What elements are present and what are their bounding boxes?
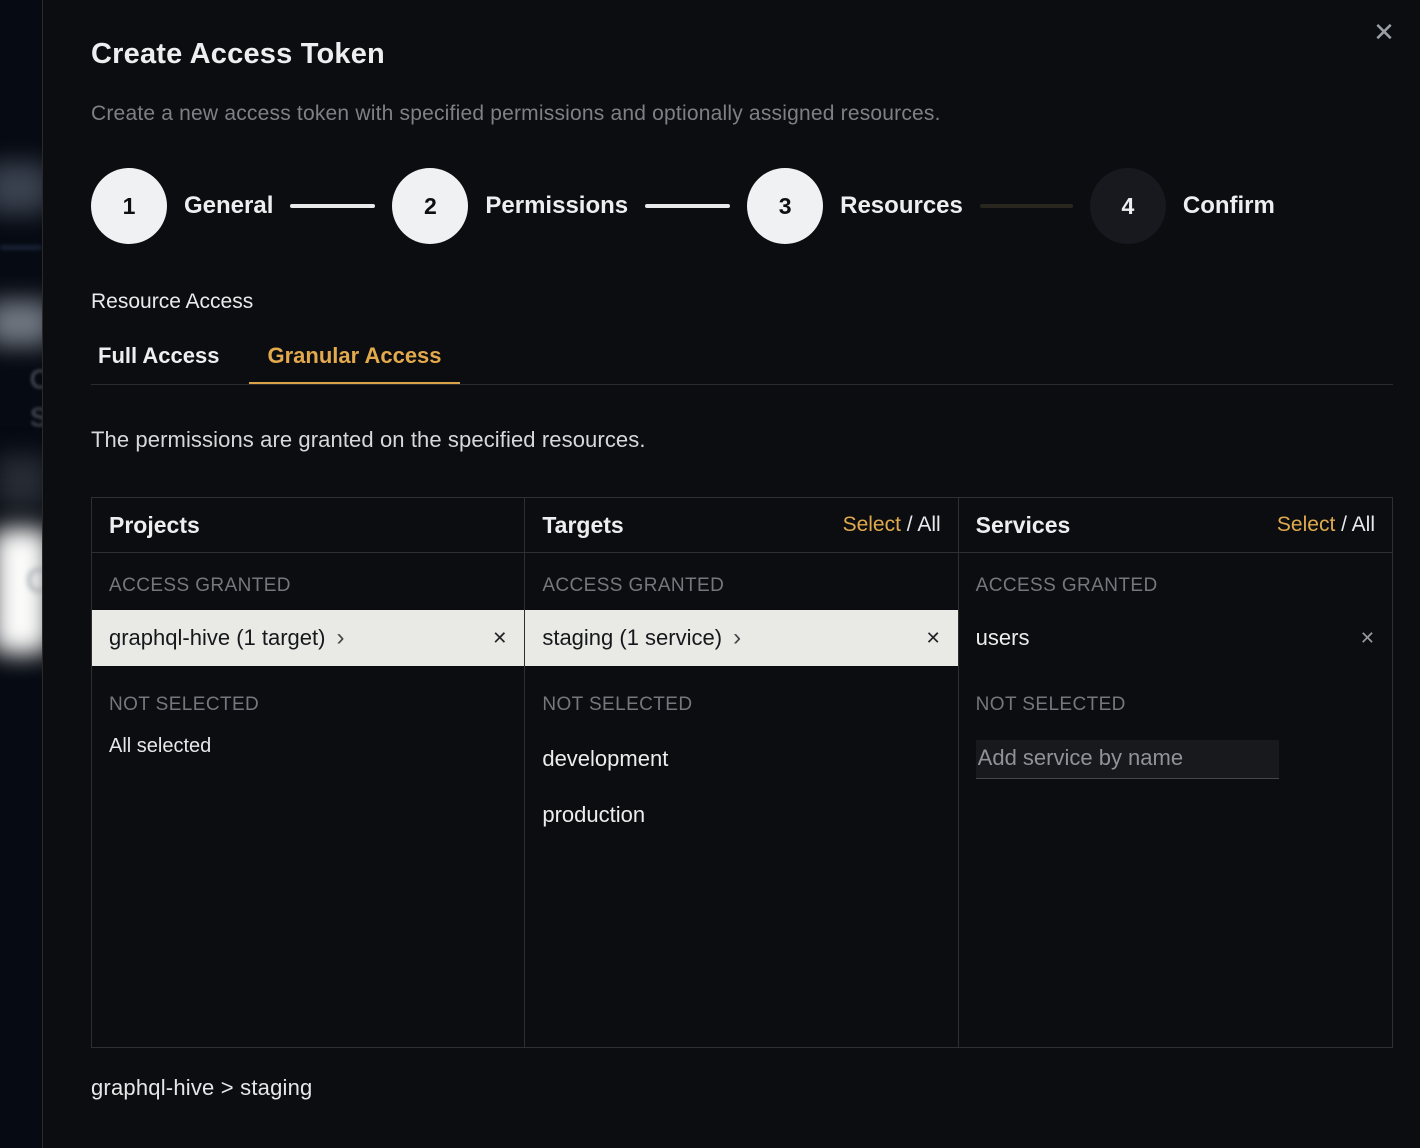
services-select-all: Select / All — [1277, 513, 1375, 537]
granular-access-note: The permissions are granted on the speci… — [91, 427, 1420, 453]
granted-service-row[interactable]: users ✕ — [959, 610, 1392, 666]
services-body: ACCESS GRANTED users ✕ NOT SELECTED — [959, 553, 1392, 1047]
step-confirm[interactable]: 4 Confirm — [1090, 168, 1275, 244]
step-permissions[interactable]: 2 Permissions — [392, 168, 628, 244]
obscured-text-fragment: S — [30, 402, 42, 433]
targets-select-all: Select / All — [843, 513, 941, 537]
resource-selector-table: Projects ACCESS GRANTED graphql-hive (1 … — [91, 497, 1393, 1048]
blur-blob — [0, 162, 42, 214]
projects-column: Projects ACCESS GRANTED graphql-hive (1 … — [92, 498, 525, 1047]
step-label: Permissions — [485, 192, 628, 220]
blur-divider — [0, 246, 42, 249]
all-selected-note: All selected — [109, 735, 507, 758]
wizard-stepper: 1 General 2 Permissions 3 Resources 4 Co… — [91, 168, 1420, 244]
add-service-input[interactable] — [976, 740, 1279, 779]
targets-select-link[interactable]: Select — [843, 513, 901, 536]
step-label: Confirm — [1183, 192, 1275, 220]
create-access-token-dialog: ✕ Create Access Token Create a new acces… — [42, 0, 1420, 1148]
access-granted-label: ACCESS GRANTED — [542, 575, 940, 597]
access-mode-tabs: Full Access Granular Access — [91, 343, 1393, 385]
step-connector — [980, 204, 1073, 208]
tab-full-access[interactable]: Full Access — [98, 343, 219, 384]
selected-target-row[interactable]: staging (1 service) › ✕ — [525, 610, 957, 666]
target-option-development[interactable]: development — [542, 716, 940, 772]
targets-body: ACCESS GRANTED staging (1 service) › ✕ N… — [525, 553, 957, 1047]
select-all-divider: / — [901, 513, 917, 536]
step-connector — [645, 204, 730, 208]
chevron-right-icon: › — [336, 626, 344, 650]
step-resources[interactable]: 3 Resources — [747, 168, 963, 244]
remove-project-icon[interactable]: ✕ — [492, 628, 507, 649]
target-option-production[interactable]: production — [542, 772, 940, 828]
services-title: Services — [976, 512, 1071, 539]
services-header: Services Select / All — [959, 498, 1392, 553]
services-select-link[interactable]: Select — [1277, 513, 1335, 536]
close-icon[interactable]: ✕ — [1366, 14, 1402, 50]
step-general[interactable]: 1 General — [91, 168, 273, 244]
step-number-circle: 4 — [1090, 168, 1166, 244]
access-granted-label: ACCESS GRANTED — [976, 575, 1375, 597]
selected-target-label: staging (1 service) — [542, 625, 722, 651]
obscured-text-fragment: O — [30, 364, 42, 395]
projects-title: Projects — [109, 512, 200, 539]
tab-granular-access[interactable]: Granular Access — [249, 343, 459, 384]
selection-breadcrumb: graphql-hive > staging — [91, 1075, 1420, 1101]
step-connector — [290, 204, 375, 208]
obscured-text-fragment: C — [26, 562, 42, 601]
not-selected-label: NOT SELECTED — [976, 694, 1375, 716]
select-all-divider: / — [1335, 513, 1351, 536]
projects-body: ACCESS GRANTED graphql-hive (1 target) ›… — [92, 553, 524, 1047]
granted-service-label: users — [976, 625, 1030, 651]
resource-access-heading: Resource Access — [91, 290, 1420, 314]
targets-column: Targets Select / All ACCESS GRANTED stag… — [525, 498, 958, 1047]
step-number-circle: 3 — [747, 168, 823, 244]
chevron-right-icon: › — [733, 626, 741, 650]
services-all-link[interactable]: All — [1352, 513, 1375, 536]
step-number-circle: 1 — [91, 168, 167, 244]
projects-header: Projects — [92, 498, 524, 553]
remove-service-icon[interactable]: ✕ — [1360, 628, 1375, 649]
services-column: Services Select / All ACCESS GRANTED use… — [959, 498, 1392, 1047]
dialog-title: Create Access Token — [91, 38, 1420, 71]
background-app-blur: O S C — [0, 0, 42, 1148]
targets-all-link[interactable]: All — [917, 513, 940, 536]
blur-blob — [0, 455, 42, 509]
step-number-circle: 2 — [392, 168, 468, 244]
targets-header: Targets Select / All — [525, 498, 957, 553]
selected-project-label: graphql-hive (1 target) — [109, 625, 325, 651]
remove-target-icon[interactable]: ✕ — [926, 628, 941, 649]
access-granted-label: ACCESS GRANTED — [109, 575, 507, 597]
not-selected-label: NOT SELECTED — [542, 694, 940, 716]
not-selected-label: NOT SELECTED — [109, 694, 507, 716]
dialog-subtitle: Create a new access token with specified… — [91, 102, 1420, 126]
targets-title: Targets — [542, 512, 623, 539]
step-label: Resources — [840, 192, 963, 220]
selected-project-row[interactable]: graphql-hive (1 target) › ✕ — [92, 610, 524, 666]
step-label: General — [184, 192, 273, 220]
blur-blob — [0, 300, 42, 346]
